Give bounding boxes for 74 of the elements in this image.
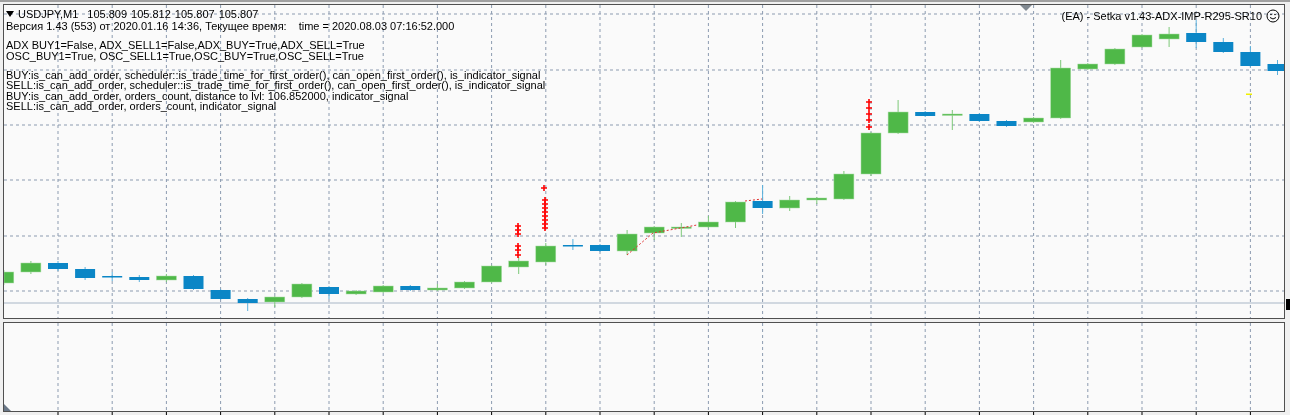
candle bbox=[590, 243, 610, 253]
candle bbox=[129, 274, 150, 283]
signal-text: BUY:is_can_add_order, orders_count, distance to lvl: 106.852000, indicator_signal bbox=[6, 90, 409, 102]
candle bbox=[779, 195, 800, 212]
candle bbox=[535, 242, 557, 266]
candle bbox=[996, 119, 1017, 128]
candle bbox=[237, 297, 258, 312]
candle bbox=[20, 260, 42, 275]
candle bbox=[698, 215, 719, 229]
candle bbox=[183, 274, 204, 291]
signal-marks-drawing bbox=[540, 184, 548, 192]
signal-text: SELL:is_can_add_order, orders_count, indicator_signal bbox=[6, 101, 277, 112]
condition-text: ADX BUY1=False, ADX_SELL1=False,ADX_BUY=True,ADX_SELL=True bbox=[6, 40, 366, 51]
signal-text: SELL:is_can_add_order, scheduler::is_trade_time_for_first_order(), can_open_first_order(), is_indicator_signal bbox=[6, 80, 546, 91]
expert-name: (EA) - Setka v1.43-ADX-IMP-R295-SR10 bbox=[1061, 9, 1262, 23]
candle bbox=[75, 266, 96, 281]
trail-line bbox=[744, 198, 763, 202]
candle bbox=[291, 282, 313, 299]
candle bbox=[48, 260, 68, 272]
collapse-icon[interactable] bbox=[6, 11, 14, 17]
signal-marks-drawing bbox=[865, 98, 873, 131]
price-value: 105.807 bbox=[174, 8, 215, 20]
signal-marks-drawing bbox=[514, 222, 522, 259]
candle bbox=[969, 112, 990, 123]
candle bbox=[156, 273, 177, 283]
candle bbox=[942, 109, 963, 131]
candle bbox=[833, 170, 855, 201]
price-label bbox=[1286, 299, 1290, 310]
candle bbox=[1267, 59, 1284, 76]
candle bbox=[562, 238, 583, 251]
candle bbox=[102, 271, 123, 282]
candle bbox=[1104, 47, 1126, 66]
candle bbox=[210, 288, 231, 301]
candle bbox=[887, 99, 909, 135]
candle bbox=[508, 256, 529, 275]
price-value: 105.807 bbox=[218, 8, 259, 20]
candle bbox=[1240, 45, 1261, 68]
corner-triangle-icon bbox=[4, 404, 11, 411]
candle bbox=[1131, 33, 1153, 49]
trail-line bbox=[626, 224, 698, 256]
candle bbox=[860, 131, 882, 177]
candle bbox=[806, 196, 828, 205]
candle bbox=[400, 284, 421, 292]
candle bbox=[616, 229, 638, 256]
symbol-label: USDJPY,M1 bbox=[18, 8, 79, 20]
candle bbox=[671, 222, 692, 238]
signal-marks-drawing bbox=[541, 196, 549, 232]
candle bbox=[427, 283, 448, 292]
candle bbox=[372, 284, 394, 294]
candle bbox=[1023, 116, 1044, 124]
condition-text: OSC_BUY1=True, OSC_SELL1=True,OSC_BUY=True,OSC_SELL=True bbox=[6, 51, 365, 62]
candle bbox=[1158, 26, 1180, 48]
time-text: time = 2020.08.03 07:16:52.000 bbox=[298, 20, 455, 32]
smiley-icon[interactable] bbox=[1266, 9, 1280, 23]
price-value: 105.809 bbox=[87, 8, 128, 20]
candle bbox=[264, 295, 286, 308]
candle bbox=[454, 280, 475, 290]
level-mark bbox=[1246, 93, 1252, 95]
candle bbox=[915, 110, 936, 118]
candle bbox=[643, 225, 665, 241]
price-value: 105.812 bbox=[131, 8, 171, 20]
signal-text: BUY:is_can_add_order, scheduler::is_trade_time_for_first_order(), can_open_first_order(), is_indicator_signal bbox=[6, 70, 542, 81]
version-text: Версия 1.43 (553) от 2020.01.16 14:36, Текущее время: bbox=[6, 20, 287, 32]
candle bbox=[481, 264, 502, 284]
candle bbox=[725, 200, 746, 229]
candle bbox=[752, 184, 773, 215]
candle bbox=[4, 269, 15, 286]
candle bbox=[1077, 62, 1099, 71]
candle bbox=[1050, 59, 1071, 120]
candle bbox=[345, 289, 367, 296]
candle bbox=[319, 285, 339, 300]
candle bbox=[1213, 37, 1234, 54]
shift-marker-icon[interactable] bbox=[1020, 5, 1032, 11]
candle bbox=[1186, 19, 1207, 49]
